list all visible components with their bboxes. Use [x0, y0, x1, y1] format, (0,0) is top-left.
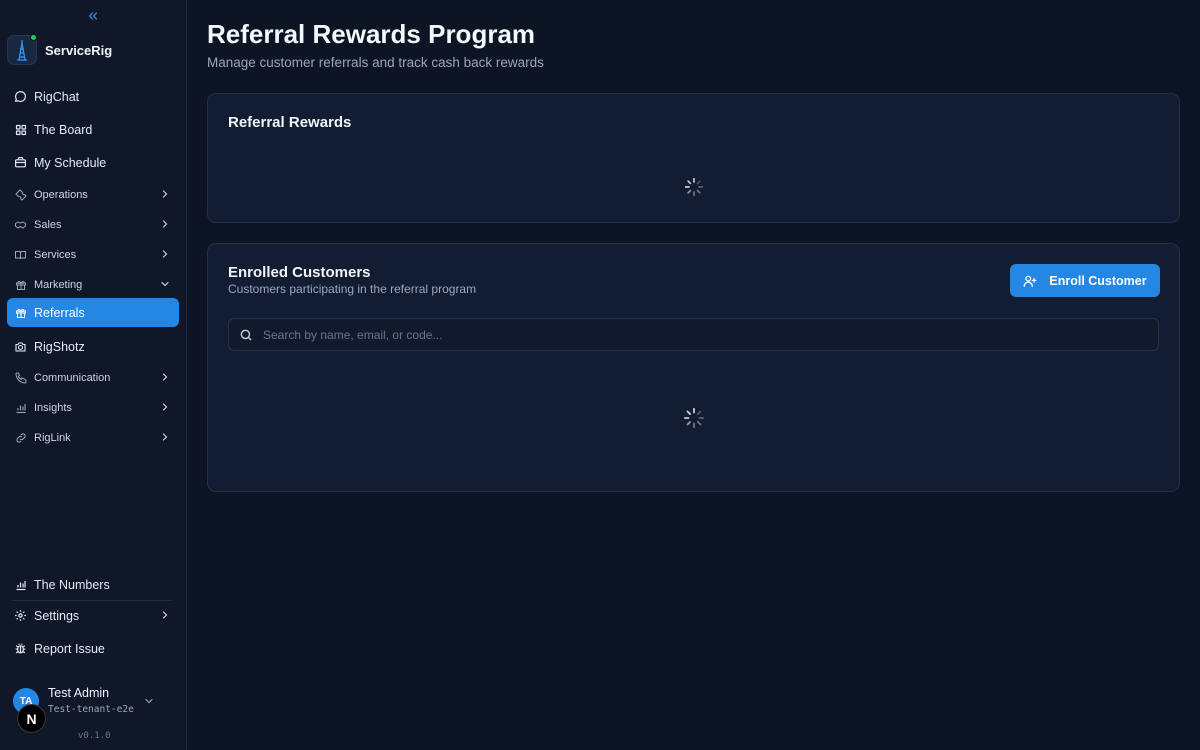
- sidebar-item-label: Referrals: [34, 305, 85, 320]
- sidebar-item-label: The Board: [34, 122, 93, 137]
- sidebar-item-the-numbers[interactable]: The Numbers: [7, 570, 179, 599]
- sidebar-item-label: Report Issue: [34, 641, 105, 656]
- gift-icon: [14, 306, 27, 319]
- enroll-customer-label: Enroll Customer: [1049, 273, 1147, 288]
- customer-search[interactable]: [228, 318, 1159, 351]
- brand-name: ServiceRig: [45, 42, 113, 58]
- brand-logo: [7, 34, 37, 65]
- sidebar-item-label: Services: [34, 248, 77, 261]
- chevron-right-icon: [162, 190, 168, 198]
- sidebar-item-communication[interactable]: Communication: [7, 363, 179, 392]
- link-icon: [14, 431, 27, 444]
- sidebar-item-label: Marketing: [34, 278, 83, 291]
- sidebar-item-label: Settings: [34, 608, 80, 623]
- sidebar-item-report-issue[interactable]: Report Issue: [7, 634, 179, 663]
- chevron-right-icon: [162, 373, 168, 381]
- wrench-icon: [14, 188, 27, 201]
- grid-icon: [14, 123, 27, 136]
- sidebar-item-label: Operations: [34, 188, 88, 201]
- sidebar-item-label: Insights: [34, 401, 72, 414]
- enrolled-customers-card: Enrolled Customers Customers participati…: [207, 243, 1180, 492]
- sidebar-item-label: RigChat: [34, 89, 80, 104]
- chevron-right-icon: [162, 433, 168, 441]
- chevron-right-icon: [162, 250, 168, 258]
- sidebar-item-label: The Numbers: [34, 577, 110, 592]
- chevron-right-icon: [162, 220, 168, 228]
- tenant-name: Test-tenant-e2e: [48, 704, 134, 715]
- bar-chart-icon: [14, 401, 27, 414]
- loading-spinner-icon: [684, 177, 704, 197]
- enroll-customer-button[interactable]: Enroll Customer: [1010, 264, 1160, 297]
- card-subtitle: Customers participating in the referral …: [228, 282, 477, 296]
- chevrons-left-icon: [88, 12, 98, 20]
- message-circle-icon: [14, 90, 27, 103]
- gift-icon: [14, 278, 27, 291]
- sidebar-item-rigshotz[interactable]: RigShotz: [7, 332, 179, 361]
- sidebar-item-referrals[interactable]: Referrals: [7, 298, 179, 327]
- user-plus-icon: [1023, 275, 1037, 287]
- sidebar-item-sales[interactable]: Sales: [7, 210, 179, 239]
- collapse-sidebar-button[interactable]: [84, 7, 102, 25]
- referral-rewards-card: Referral Rewards: [207, 93, 1180, 223]
- bar-chart-icon: [14, 578, 27, 591]
- search-icon: [240, 329, 252, 340]
- page-subtitle: Manage customer referrals and track cash…: [207, 55, 544, 70]
- oil-rig-icon: [17, 40, 27, 61]
- book-open-icon: [14, 248, 27, 261]
- sidebar-item-the-board[interactable]: The Board: [7, 115, 179, 144]
- sidebar-item-services[interactable]: Services: [7, 240, 179, 269]
- sidebar-item-label: RigLink: [34, 431, 71, 444]
- chevron-down-icon: [161, 281, 169, 287]
- app-version: v0.1.0: [78, 731, 111, 741]
- page-title: Referral Rewards Program: [207, 19, 536, 49]
- chevron-right-icon: [162, 403, 168, 411]
- dev-tools-badge[interactable]: N: [17, 704, 46, 733]
- camera-icon: [14, 340, 27, 353]
- sidebar-item-label: Sales: [34, 218, 62, 231]
- sidebar-item-settings[interactable]: Settings: [7, 601, 179, 630]
- online-status-dot: [30, 34, 37, 41]
- sidebar-item-label: RigShotz: [34, 339, 85, 354]
- sidebar-item-operations[interactable]: Operations: [7, 180, 179, 209]
- bug-icon: [14, 642, 27, 655]
- gear-icon: [14, 609, 27, 622]
- sidebar-item-riglink[interactable]: RigLink: [7, 423, 179, 452]
- card-title: Referral Rewards: [228, 114, 352, 131]
- sidebar-item-marketing[interactable]: Marketing: [7, 270, 179, 299]
- sidebar: ServiceRig RigChat The Board My Schedule…: [0, 0, 187, 750]
- user-name: Test Admin: [48, 686, 110, 700]
- sidebar-item-my-schedule[interactable]: My Schedule: [7, 148, 179, 177]
- chevron-down-icon: [145, 698, 153, 704]
- sidebar-item-insights[interactable]: Insights: [7, 393, 179, 422]
- handshake-icon: [14, 218, 27, 231]
- brand[interactable]: ServiceRig: [7, 34, 113, 65]
- search-input[interactable]: [263, 327, 1143, 342]
- phone-icon: [14, 371, 27, 384]
- sidebar-item-rigchat[interactable]: RigChat: [7, 82, 179, 111]
- briefcase-icon: [14, 156, 27, 169]
- chevron-right-icon: [162, 611, 168, 619]
- loading-spinner-icon: [683, 407, 705, 429]
- sidebar-item-label: My Schedule: [34, 155, 107, 170]
- sidebar-item-label: Communication: [34, 371, 111, 384]
- card-title: Enrolled Customers: [228, 264, 371, 281]
